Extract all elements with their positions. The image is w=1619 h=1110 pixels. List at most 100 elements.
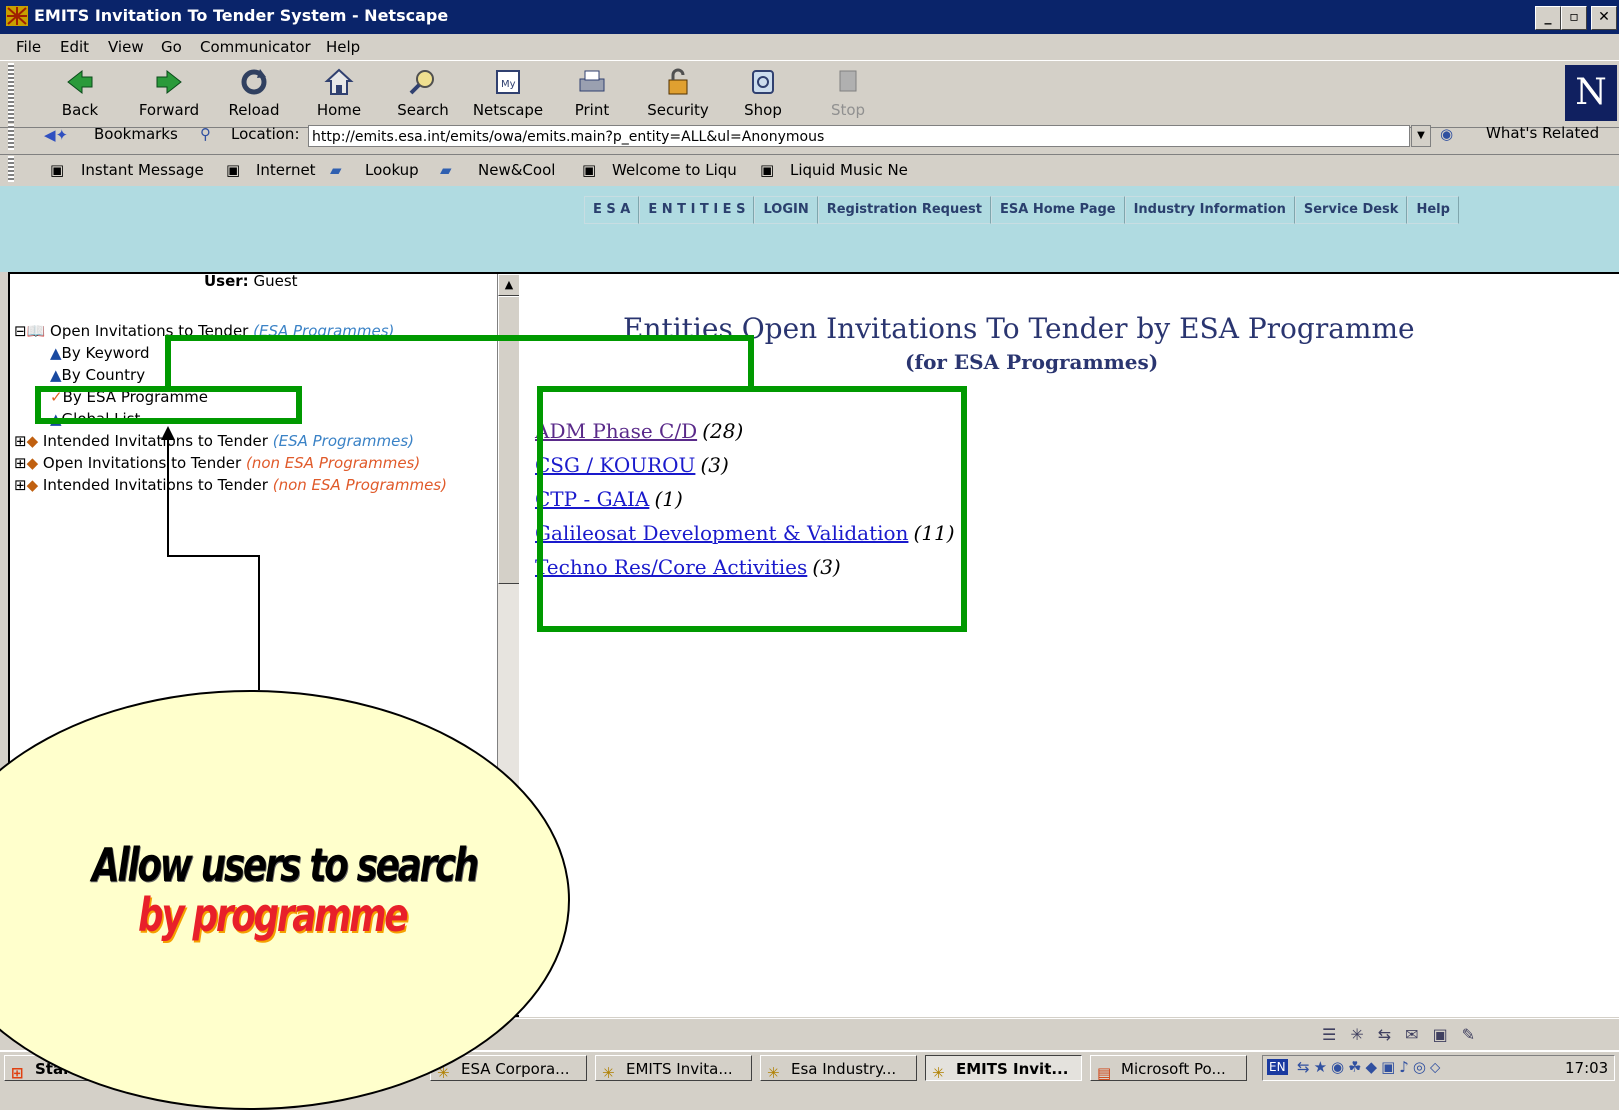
liquid-music-icon: ▣ — [760, 161, 775, 179]
shop-button[interactable]: Shop — [723, 65, 803, 123]
task-label: EMITS Invit... — [956, 1060, 1069, 1078]
tree-global-list[interactable]: ▲Global List — [50, 410, 140, 428]
menu-bar: File Edit View Go Communicator Help — [0, 34, 1619, 60]
windows-logo-icon: ⊞ — [11, 1064, 24, 1081]
nav-esa[interactable]: E S A — [584, 196, 640, 224]
newcool-link[interactable]: New&Cool — [478, 161, 555, 179]
programme-link[interactable]: ADM Phase C/D — [535, 419, 697, 443]
programme-link[interactable]: CTP - GAIA — [535, 487, 649, 511]
location-icon: ⚲ — [200, 125, 211, 143]
instant-message-link[interactable]: Instant Message — [81, 161, 204, 179]
tree-open-non-esa[interactable]: ⊞◆ Open Invitations to Tender (non ESA P… — [14, 454, 420, 472]
collapse-icon[interactable]: ⊟ — [14, 322, 27, 340]
home-label: Home — [316, 101, 362, 119]
task-emits-invitation-active[interactable]: ✳ EMITS Invit... — [925, 1055, 1082, 1081]
lookup-link[interactable]: Lookup — [365, 161, 419, 179]
clock: 17:03 — [1565, 1059, 1609, 1077]
system-tray: EN ⇆★◉☘◆▣♪◎⬦ 17:03 — [1262, 1055, 1615, 1081]
programme-link[interactable]: Galileosat Development & Validation — [535, 521, 908, 545]
triangle-icon: ▲ — [50, 366, 62, 384]
task-label: EMITS Invita... — [626, 1060, 733, 1078]
programme-count: (28) — [702, 419, 744, 443]
tree-open-esa[interactable]: ⊟📖 Open Invitations to Tender (ESA Progr… — [14, 322, 394, 340]
location-grip[interactable] — [8, 124, 14, 150]
bookmarks-icon[interactable]: ◀✦ — [44, 126, 68, 144]
tree-intended-esa[interactable]: ⊞◆ Intended Invitations to Tender (ESA P… — [14, 432, 414, 450]
reload-button[interactable]: Reload — [214, 65, 294, 123]
tree-intended-non-esa-label: Intended Invitations to Tender — [42, 476, 268, 494]
security-icon — [668, 68, 688, 95]
nav-help[interactable]: Help — [1407, 196, 1459, 224]
location-url-input[interactable]: http://emits.esa.int/emits/owa/emits.mai… — [308, 125, 1410, 147]
bookmarks-button[interactable]: Bookmarks — [94, 125, 178, 143]
security-button[interactable]: Security — [638, 65, 718, 123]
programme-link[interactable]: Techno Res/Core Activities — [535, 555, 807, 579]
location-dropdown-button[interactable]: ▼ — [1411, 125, 1431, 147]
menu-file[interactable]: File — [16, 38, 41, 56]
whats-related-button[interactable]: What's Related — [1486, 124, 1599, 142]
menu-communicator[interactable]: Communicator — [200, 38, 311, 56]
forward-button[interactable]: Forward — [129, 65, 209, 123]
lookup-folder-icon: ▰ — [330, 161, 342, 179]
user-label: User: — [204, 272, 249, 290]
maximize-button[interactable]: ▫ — [1561, 6, 1587, 30]
site-nav: E S A E N T I T I E S LOGIN Registration… — [584, 196, 1459, 224]
tree-intended-non-esa[interactable]: ⊞◆ Intended Invitations to Tender (non E… — [14, 476, 447, 494]
powerpoint-icon: ▤ — [1097, 1064, 1112, 1081]
close-button[interactable]: ✕ — [1591, 6, 1617, 30]
expand-icon[interactable]: ⊞ — [14, 432, 27, 450]
task-esa-industry[interactable]: ✳ Esa Industry... — [760, 1055, 917, 1081]
programme-link[interactable]: CSG / KOUROU — [535, 453, 695, 477]
user-info: User: Guest — [204, 272, 298, 290]
minimize-button[interactable]: _ — [1535, 6, 1561, 30]
internet-link[interactable]: Internet — [256, 161, 316, 179]
menu-view[interactable]: View — [108, 38, 144, 56]
stop-icon — [839, 70, 857, 92]
print-button[interactable]: Print — [552, 65, 632, 123]
home-button[interactable]: Home — [299, 65, 379, 123]
programme-list: ADM Phase C/D (28) CSG / KOUROU (3) CTP … — [535, 419, 955, 589]
expand-icon[interactable]: ⊞ — [14, 476, 27, 494]
netscape-button[interactable]: My Netscape — [468, 65, 548, 123]
tree-by-esa-programme[interactable]: ✓By ESA Programme — [50, 388, 208, 406]
task-microsoft-powerpoint[interactable]: ▤ Microsoft Po... — [1090, 1055, 1247, 1081]
tree-open-esa-note: (ESA Programmes) — [253, 322, 395, 340]
programme-item: Galileosat Development & Validation (11) — [535, 521, 955, 555]
tree-by-keyword[interactable]: ▲By Keyword — [50, 344, 150, 362]
security-label: Security — [647, 101, 709, 119]
reload-icon — [241, 69, 267, 95]
welcome-link[interactable]: Welcome to Liqu — [612, 161, 737, 179]
search-button[interactable]: Search — [383, 65, 463, 123]
scroll-thumb[interactable] — [498, 296, 520, 584]
task-emits-invitation-1[interactable]: ✳ EMITS Invita... — [595, 1055, 752, 1081]
tray-icons[interactable]: ⇆★◉☘◆▣♪◎⬦ — [1297, 1058, 1444, 1076]
tree-by-keyword-label: By Keyword — [61, 344, 150, 362]
programme-item: ADM Phase C/D (28) — [535, 419, 955, 453]
back-button[interactable]: Back — [40, 65, 120, 123]
language-indicator[interactable]: EN — [1267, 1059, 1288, 1075]
liquid-music-link[interactable]: Liquid Music Ne — [790, 161, 908, 179]
expand-icon[interactable]: ⊞ — [14, 454, 27, 472]
status-icons: ☰✳⇆✉▣✎ — [1322, 1025, 1490, 1044]
menu-edit[interactable]: Edit — [60, 38, 89, 56]
stop-button[interactable]: Stop — [808, 65, 888, 123]
nav-login[interactable]: LOGIN — [754, 196, 818, 224]
netscape-icon: My — [496, 70, 520, 94]
location-label: Location: — [231, 125, 300, 143]
nav-service-desk[interactable]: Service Desk — [1294, 196, 1408, 224]
title-bar: EMITS Invitation To Tender System - Nets… — [0, 0, 1619, 34]
scroll-up-button[interactable]: ▲ — [498, 274, 520, 296]
netscape-logo[interactable]: N — [1565, 65, 1617, 121]
menu-go[interactable]: Go — [161, 38, 182, 56]
tree-by-country[interactable]: ▲By Country — [50, 366, 145, 384]
nav-industry-information[interactable]: Industry Information — [1124, 196, 1295, 224]
print-label: Print — [574, 101, 610, 119]
shop-label: Shop — [744, 101, 782, 119]
stop-label: Stop — [830, 101, 866, 119]
nav-entities[interactable]: E N T I T I E S — [639, 196, 755, 224]
personal-grip[interactable] — [8, 156, 14, 182]
menu-help[interactable]: Help — [326, 38, 360, 56]
nav-esa-home-page[interactable]: ESA Home Page — [990, 196, 1125, 224]
toolbar-grip[interactable] — [8, 63, 14, 123]
nav-registration-request[interactable]: Registration Request — [817, 196, 991, 224]
